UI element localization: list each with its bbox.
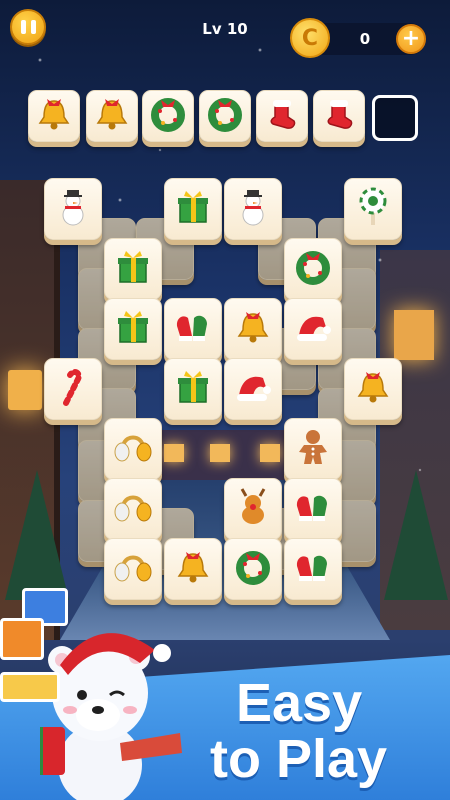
add-coins-button[interactable]: +: [396, 24, 426, 54]
tray-tile-stocking: [256, 90, 308, 142]
board-tile-lollipop[interactable]: [344, 178, 402, 240]
board-tile-wreath[interactable]: [284, 238, 342, 300]
tray-tile-bell: [28, 90, 80, 142]
gingerbread-icon: [294, 427, 332, 472]
board-tile-earmuffs[interactable]: [104, 478, 162, 540]
slogan-line-2: to Play: [210, 729, 388, 789]
board-tile-bell[interactable]: [224, 298, 282, 360]
stocking-icon: [320, 95, 358, 138]
santa-hat-icon: [293, 308, 333, 351]
board-tile-mittens[interactable]: [164, 298, 222, 360]
board-tile-gingerbread[interactable]: [284, 418, 342, 480]
board-tile-wreath[interactable]: [224, 538, 282, 600]
board-tile-candy-cane[interactable]: [44, 358, 102, 420]
bell-icon: [234, 308, 272, 351]
tray-tile-stocking: [313, 90, 365, 142]
slogan-line-1: Easy: [236, 673, 363, 733]
green-gift-icon: [114, 248, 152, 291]
green-gift-icon: [114, 308, 152, 351]
board-tile-mittens[interactable]: [284, 538, 342, 600]
earmuffs-icon: [113, 548, 153, 591]
coin-count: 0: [359, 30, 371, 48]
reindeer-icon: [234, 487, 272, 532]
gift-box-orange: [0, 618, 44, 660]
mittens-icon: [293, 548, 333, 591]
wreath-icon: [206, 95, 244, 138]
board-tile-mittens[interactable]: [284, 478, 342, 540]
tray-tile-bell: [86, 90, 138, 142]
tray-tile-wreath: [142, 90, 194, 142]
bell-icon: [35, 95, 73, 138]
board-tile-green-gift[interactable]: [164, 358, 222, 420]
snowman-icon: [234, 187, 272, 232]
stocking-icon: [263, 95, 301, 138]
polar-bear-icon: [40, 633, 182, 800]
earmuffs-icon: [113, 488, 153, 531]
board-tile-santa-hat[interactable]: [224, 358, 282, 420]
bell-icon: [174, 548, 212, 591]
coin-icon: C: [290, 18, 330, 58]
wreath-icon: [149, 95, 187, 138]
wreath-icon: [234, 548, 272, 591]
santa-hat-icon: [233, 368, 273, 411]
tray-tile-wreath: [199, 90, 251, 142]
board-tile-earmuffs[interactable]: [104, 418, 162, 480]
mittens-icon: [173, 308, 213, 351]
tray-slot-empty: [372, 95, 418, 141]
board-tile-reindeer[interactable]: [224, 478, 282, 540]
bell-icon: [93, 95, 131, 138]
board-tile-green-gift[interactable]: [164, 178, 222, 240]
board-tile-bell[interactable]: [344, 358, 402, 420]
board-tile-green-gift[interactable]: [104, 238, 162, 300]
green-gift-icon: [174, 188, 212, 231]
snowman-icon: [54, 187, 92, 232]
wreath-icon: [294, 248, 332, 291]
earmuffs-icon: [113, 428, 153, 471]
board-tile-earmuffs[interactable]: [104, 538, 162, 600]
board-tile-snowman[interactable]: [224, 178, 282, 240]
bell-icon: [354, 368, 392, 411]
green-gift-icon: [174, 368, 212, 411]
candy-cane-icon: [54, 367, 92, 412]
gift-box-yellow: [0, 672, 60, 702]
board-tile-santa-hat[interactable]: [284, 298, 342, 360]
lollipop-icon: [354, 187, 392, 232]
board-tile-green-gift[interactable]: [104, 298, 162, 360]
board-tile-snowman[interactable]: [44, 178, 102, 240]
mittens-icon: [293, 488, 333, 531]
board-tile-bell[interactable]: [164, 538, 222, 600]
